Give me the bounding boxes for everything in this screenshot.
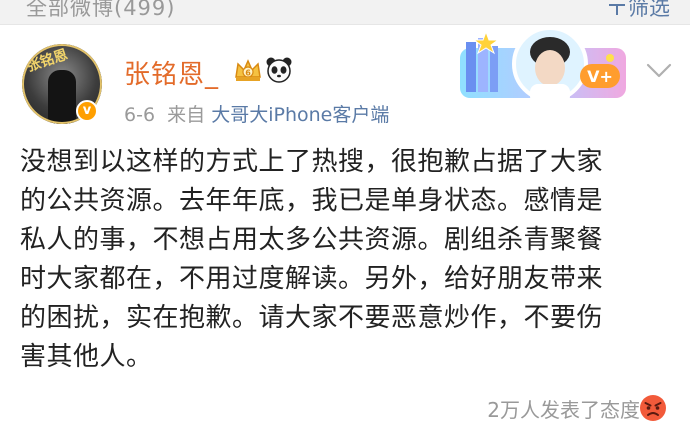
post-text-line: 没想到以这样的方式上了热搜，很抱歉占据了大家: [20, 147, 604, 177]
svg-text:6: 6: [245, 69, 251, 78]
post-text-line: 害其他人。: [20, 342, 153, 372]
reactions-summary[interactable]: 2万人发表了态度: [487, 394, 640, 423]
top-filter-bar: 全部微博(499) 筛选: [0, 0, 690, 25]
fan-card-decoration[interactable]: V+: [458, 28, 628, 104]
post-text-line: 的困扰，实在抱歉。请大家不要恶意炒作，不要伤: [20, 303, 604, 333]
angry-face-icon[interactable]: [638, 393, 668, 423]
filter-button[interactable]: 筛选: [608, 0, 670, 22]
from-label: 来自: [167, 104, 206, 126]
post-source-link[interactable]: 大哥大iPhone客户端: [211, 104, 389, 126]
filter-icon: [609, 4, 625, 15]
panda-icon: [266, 57, 292, 83]
all-posts-label[interactable]: 全部微博(499): [26, 0, 175, 22]
chevron-down-icon[interactable]: [646, 62, 672, 80]
post-text-line: 时大家都在，不用过度解读。另外，给好朋友带来: [20, 264, 604, 294]
post-date: 6-6: [124, 104, 156, 126]
post-meta: 6-6 来自 大哥大iPhone客户端: [124, 100, 389, 127]
post-text-line: 私人的事，不想占用太多公共资源。剧组杀青聚餐: [20, 225, 604, 255]
verified-badge-icon: v: [76, 100, 98, 122]
post-text-line: 的公共资源。去年年底，我已是单身状态。感情是: [20, 186, 604, 216]
filter-label: 筛选: [628, 0, 670, 20]
post-text: 没想到以这样的方式上了热搜，很抱歉占据了大家 的公共资源。去年年底，我已是单身状…: [20, 143, 676, 377]
fan-card-badge: V+: [587, 67, 613, 86]
username[interactable]: 张铭恩_: [124, 54, 219, 91]
crown-vip-icon[interactable]: 6: [233, 57, 263, 83]
